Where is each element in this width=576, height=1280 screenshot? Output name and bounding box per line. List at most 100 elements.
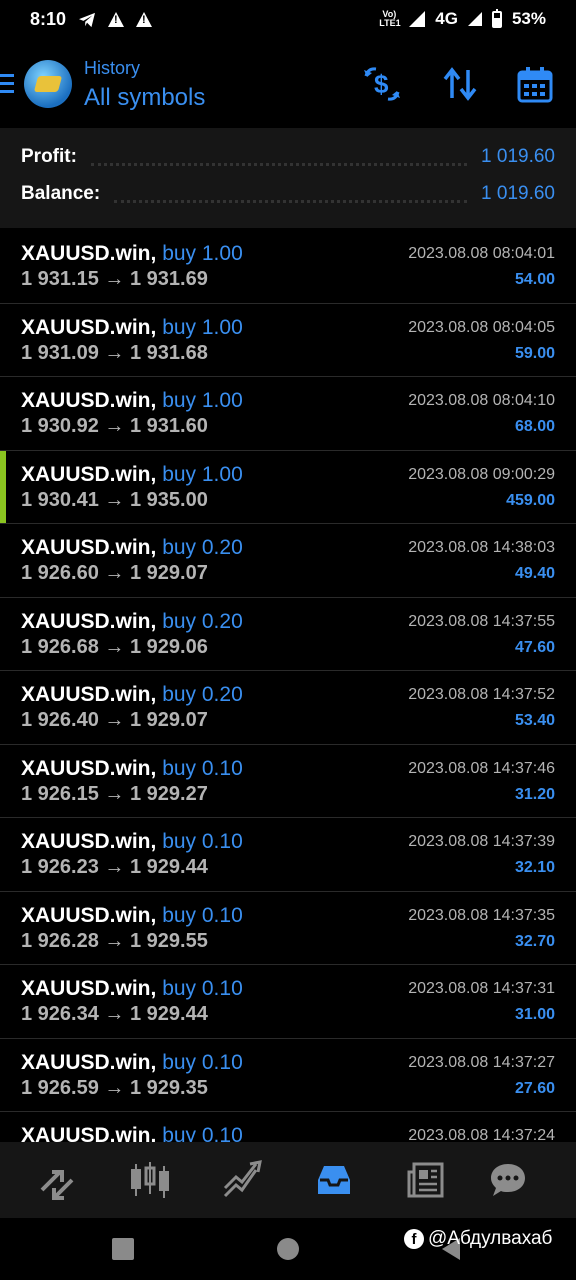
deal-symbol: XAUUSD.win, buy 0.10 bbox=[21, 830, 243, 853]
deal-prices: 1 926.68 → 1 929.06 bbox=[21, 635, 208, 658]
calendar-icon[interactable] bbox=[516, 66, 554, 104]
deal-profit: 49.40 bbox=[514, 565, 555, 582]
deal-symbol: XAUUSD.win, buy 0.20 bbox=[21, 536, 243, 559]
signal-icon bbox=[409, 11, 426, 27]
deal-prices: 1 931.15 → 1 931.69 bbox=[21, 268, 208, 290]
deal-row[interactable]: XAUUSD.win, buy 0.10 1 926.59 → 1 929.35 2… bbox=[0, 1039, 576, 1112]
deal-prices: 1 926.28 → 1 929.55 bbox=[21, 929, 208, 952]
deal-symbol: XAUUSD.win, buy 0.10 bbox=[21, 977, 243, 1000]
deal-type: buy 0.10 bbox=[162, 977, 243, 1000]
deal-row[interactable]: XAUUSD.win, buy 1.00 1 931.15 → 1 931.69 2… bbox=[0, 230, 576, 304]
home-button[interactable] bbox=[277, 1238, 299, 1260]
telegram-icon bbox=[79, 12, 96, 27]
deal-row[interactable]: XAUUSD.win, buy 0.20 1 926.60 → 1 929.07 2… bbox=[0, 524, 576, 598]
deal-time: 2023.08.08 08:04:10 bbox=[408, 392, 555, 409]
menu-icon[interactable] bbox=[0, 74, 14, 98]
recents-button[interactable] bbox=[112, 1238, 134, 1260]
battery-percent: 53% bbox=[511, 9, 546, 28]
deal-time: 2023.08.08 14:37:39 bbox=[408, 833, 555, 850]
dotted-leader bbox=[114, 194, 468, 203]
facebook-icon: f bbox=[404, 1229, 424, 1249]
sort-icon[interactable] bbox=[442, 66, 478, 102]
deal-prices: 1 926.23 → 1 929.44 bbox=[21, 856, 208, 878]
app-header: History All symbols $ bbox=[0, 42, 576, 128]
header-title[interactable]: All symbols bbox=[84, 84, 205, 112]
deal-type: buy 0.20 bbox=[162, 609, 243, 633]
deal-type: buy 1.00 bbox=[162, 242, 243, 265]
deal-row[interactable]: XAUUSD.win, buy 1.00 1 931.09 → 1 931.68 2… bbox=[0, 304, 576, 377]
deals-list[interactable]: XAUUSD.win, buy 1.00 1 931.15 → 1 931.69 2… bbox=[0, 230, 576, 1142]
deal-symbol: XAUUSD.win, buy 0.10 bbox=[21, 1124, 243, 1142]
profit-label: Profit: bbox=[21, 146, 77, 167]
deal-profit: 53.40 bbox=[514, 712, 555, 729]
deal-type: buy 0.10 bbox=[162, 1050, 243, 1074]
bottom-navigation bbox=[0, 1142, 576, 1218]
quotes-icon[interactable] bbox=[38, 1160, 78, 1200]
deal-row[interactable]: XAUUSD.win, buy 0.10 1 926.28 → 1 929.55 2… bbox=[0, 892, 576, 965]
chat-icon[interactable] bbox=[488, 1160, 528, 1200]
chart-icon[interactable] bbox=[130, 1160, 170, 1200]
deal-time: 2023.08.08 14:37:35 bbox=[408, 906, 555, 924]
dotted-leader bbox=[90, 157, 468, 166]
deal-prices: 1 926.60 → 1 929.07 bbox=[21, 562, 208, 584]
deal-time: 2023.08.08 14:37:27 bbox=[408, 1053, 555, 1071]
deal-profit: 68.00 bbox=[514, 418, 555, 435]
deal-time: 2023.08.08 14:37:24 bbox=[408, 1127, 555, 1142]
deal-profit: 54.00 bbox=[514, 271, 555, 288]
deal-symbol: XAUUSD.win, buy 0.10 bbox=[21, 1050, 243, 1074]
deal-type: buy 0.10 bbox=[162, 1124, 243, 1142]
warning-icon bbox=[108, 12, 125, 27]
deal-symbol: XAUUSD.win, buy 1.00 bbox=[21, 242, 243, 265]
deal-time: 2023.08.08 14:37:46 bbox=[408, 759, 555, 777]
signal-icon bbox=[467, 12, 482, 26]
header-subtitle: History bbox=[84, 58, 141, 78]
deal-prices: 1 926.15 → 1 929.27 bbox=[21, 782, 208, 805]
deal-prices: 1 926.34 → 1 929.44 bbox=[21, 1003, 208, 1025]
deal-time: 2023.08.08 14:38:03 bbox=[408, 539, 555, 556]
warning-icon bbox=[136, 12, 153, 27]
deal-symbol: XAUUSD.win, buy 0.10 bbox=[21, 903, 243, 927]
deal-time: 2023.08.08 14:37:52 bbox=[408, 686, 555, 703]
deal-row[interactable]: XAUUSD.win, buy 1.00 1 930.92 → 1 931.60 2… bbox=[0, 377, 576, 451]
deal-type: buy 1.00 bbox=[162, 389, 243, 412]
deal-time: 2023.08.08 14:37:55 bbox=[408, 612, 555, 630]
volte-icon: Vo) LTE1 bbox=[379, 9, 401, 28]
history-icon[interactable] bbox=[314, 1160, 354, 1200]
deal-type: buy 0.10 bbox=[162, 756, 243, 780]
deal-time: 2023.08.08 09:00:29 bbox=[408, 465, 555, 483]
deal-row[interactable]: XAUUSD.win, buy 1.00 1 930.41 → 1 935.00 2… bbox=[0, 450, 576, 524]
deal-row[interactable]: XAUUSD.win, buy 0.10 2023.08.08 14:37:24 bbox=[0, 1112, 576, 1142]
deal-type: buy 0.10 bbox=[162, 903, 243, 927]
deal-symbol: XAUUSD.win, buy 1.00 bbox=[21, 315, 243, 339]
network-type: 4G bbox=[435, 9, 458, 28]
profit-value: 1 019.60 bbox=[481, 146, 555, 167]
deal-symbol: XAUUSD.win, buy 0.20 bbox=[21, 683, 243, 706]
deal-type: buy 1.00 bbox=[162, 462, 243, 486]
trade-icon[interactable] bbox=[222, 1160, 262, 1200]
status-time: 8:10 bbox=[30, 9, 67, 29]
deal-row[interactable]: XAUUSD.win, buy 0.10 1 926.23 → 1 929.44 2… bbox=[0, 818, 576, 892]
news-icon[interactable] bbox=[406, 1160, 446, 1200]
app-logo[interactable] bbox=[24, 60, 72, 108]
deal-row[interactable]: XAUUSD.win, buy 0.10 1 926.15 → 1 929.27 2… bbox=[0, 745, 576, 818]
deal-time: 2023.08.08 14:37:31 bbox=[408, 980, 555, 997]
deal-symbol: XAUUSD.win, buy 1.00 bbox=[21, 389, 243, 412]
deal-symbol: XAUUSD.win, buy 0.20 bbox=[21, 609, 243, 633]
deal-profit: 47.60 bbox=[514, 638, 555, 656]
deal-profit: 59.00 bbox=[514, 344, 555, 362]
deal-row[interactable]: XAUUSD.win, buy 0.20 1 926.68 → 1 929.06 2… bbox=[0, 598, 576, 671]
deal-time: 2023.08.08 08:04:01 bbox=[408, 245, 555, 262]
deal-row[interactable]: XAUUSD.win, buy 0.10 1 926.34 → 1 929.44 2… bbox=[0, 965, 576, 1039]
deal-prices: 1 930.41 → 1 935.00 bbox=[21, 488, 208, 511]
battery-icon bbox=[491, 8, 502, 28]
deal-time: 2023.08.08 08:04:05 bbox=[408, 318, 555, 336]
deal-profit: 32.10 bbox=[514, 859, 555, 876]
balance-row: Balance: 1 019.60 bbox=[21, 176, 555, 212]
deal-profit: 31.20 bbox=[514, 785, 555, 803]
deal-row[interactable]: XAUUSD.win, buy 0.20 1 926.40 → 1 929.07 2… bbox=[0, 671, 576, 745]
deal-profit: 459.00 bbox=[506, 491, 555, 509]
currency-exchange-icon[interactable]: $ bbox=[362, 66, 402, 102]
balance-label: Balance: bbox=[21, 183, 101, 204]
deal-profit: 31.00 bbox=[514, 1006, 555, 1023]
balance-value: 1 019.60 bbox=[481, 183, 555, 204]
